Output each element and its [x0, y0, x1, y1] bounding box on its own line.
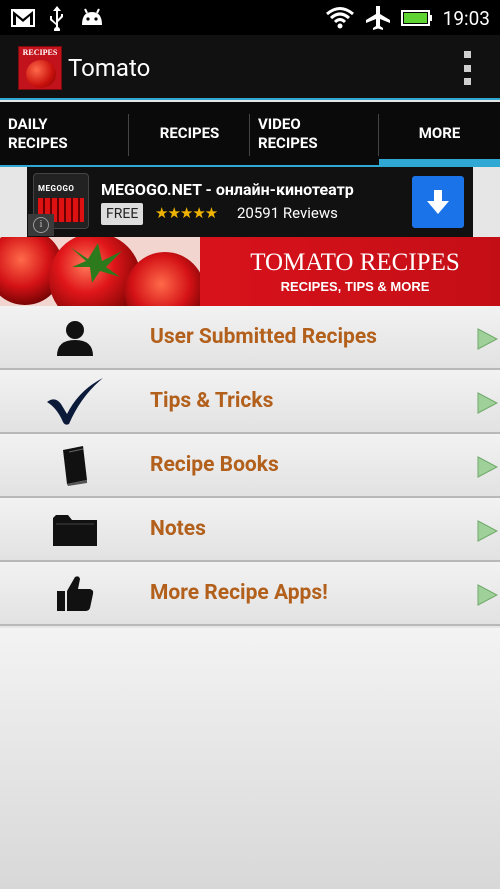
tab-recipes[interactable]: RECIPES	[129, 102, 250, 165]
menu-item-user-submitted-recipes[interactable]: User Submitted Recipes	[0, 306, 500, 370]
tab-bar: DAILY RECIPES RECIPES VIDEO RECIPES MORE	[0, 102, 500, 167]
battery-icon	[400, 10, 432, 26]
usb-icon	[50, 6, 63, 31]
android-icon	[82, 8, 102, 25]
tab-daily-recipes[interactable]: DAILY RECIPES	[0, 102, 129, 165]
ad-banner[interactable]: MEGOGO i MEGOGO.NET - онлайн-кинотеатр F…	[27, 167, 473, 237]
person-icon	[45, 316, 105, 360]
menu-item-notes[interactable]: Notes	[0, 498, 500, 562]
ad-reviews-count: 20591 Reviews	[237, 204, 338, 222]
overflow-dot	[463, 78, 471, 85]
ad-info-button[interactable]: i	[28, 214, 54, 236]
wifi-icon	[325, 7, 354, 29]
chevron-right-icon	[477, 584, 498, 606]
ad-download-button[interactable]	[412, 176, 464, 228]
airplane-mode-icon	[365, 6, 390, 30]
tab-label-line1: VIDEO	[258, 114, 301, 133]
menu-item-more-recipe-apps[interactable]: More Recipe Apps!	[0, 562, 500, 626]
menu-item-label: More Recipe Apps!	[150, 581, 328, 605]
info-icon: i	[33, 217, 49, 233]
tomato-photo	[0, 237, 200, 306]
thumbs-up-icon	[45, 572, 105, 616]
rating-stars: ★★★★★	[155, 204, 218, 222]
overflow-menu-button[interactable]	[460, 51, 474, 85]
ad-price-badge: FREE	[101, 203, 144, 225]
overflow-dot	[463, 64, 471, 72]
action-bar: RECIPES Tomato	[0, 35, 500, 100]
tab-label: RECIPES	[159, 124, 220, 142]
ad-logo-text: MEGOGO	[38, 184, 75, 193]
book-icon	[45, 444, 105, 488]
menu-item-label: Recipe Books	[150, 453, 279, 477]
chevron-right-icon	[477, 328, 498, 350]
app-icon[interactable]: RECIPES	[18, 46, 62, 90]
menu-item-tips-tricks[interactable]: Tips & Tricks	[0, 370, 500, 434]
clock: 19:03	[442, 6, 490, 30]
menu-list: User Submitted Recipes Tips & Tricks Rec…	[0, 306, 500, 626]
chevron-right-icon	[477, 456, 498, 478]
overflow-dot	[463, 51, 471, 58]
content-background	[0, 628, 500, 889]
app-icon-label: RECIPES	[22, 48, 58, 57]
ad-title: MEGOGO.NET - онлайн-кинотеатр	[101, 180, 354, 199]
tab-label-line1: DAILY	[8, 114, 48, 133]
banner-title: TOMATO RECIPES	[250, 249, 460, 276]
tab-more[interactable]: MORE	[379, 102, 500, 165]
tab-label: MORE	[418, 124, 461, 142]
menu-item-label: User Submitted Recipes	[150, 325, 377, 349]
chevron-right-icon	[477, 392, 498, 414]
checkmark-icon	[45, 378, 105, 425]
folder-icon	[45, 508, 105, 552]
app-title: Tomato	[68, 54, 151, 82]
menu-item-label: Notes	[150, 517, 206, 541]
tab-label-line2: RECIPES	[8, 133, 68, 152]
banner-subtitle: RECIPES, TIPS & MORE	[280, 279, 430, 294]
gmail-icon	[11, 9, 35, 27]
tomato-icon	[26, 60, 56, 88]
download-arrow-icon	[427, 190, 449, 214]
chevron-right-icon	[477, 520, 498, 542]
tab-label-line2: RECIPES	[258, 133, 318, 152]
menu-item-label: Tips & Tricks	[150, 389, 274, 413]
tab-video-recipes[interactable]: VIDEO RECIPES	[250, 102, 379, 165]
hero-banner: TOMATO RECIPES RECIPES, TIPS & MORE	[0, 237, 500, 306]
status-bar: 19:03	[0, 0, 500, 35]
menu-item-recipe-books[interactable]: Recipe Books	[0, 434, 500, 498]
